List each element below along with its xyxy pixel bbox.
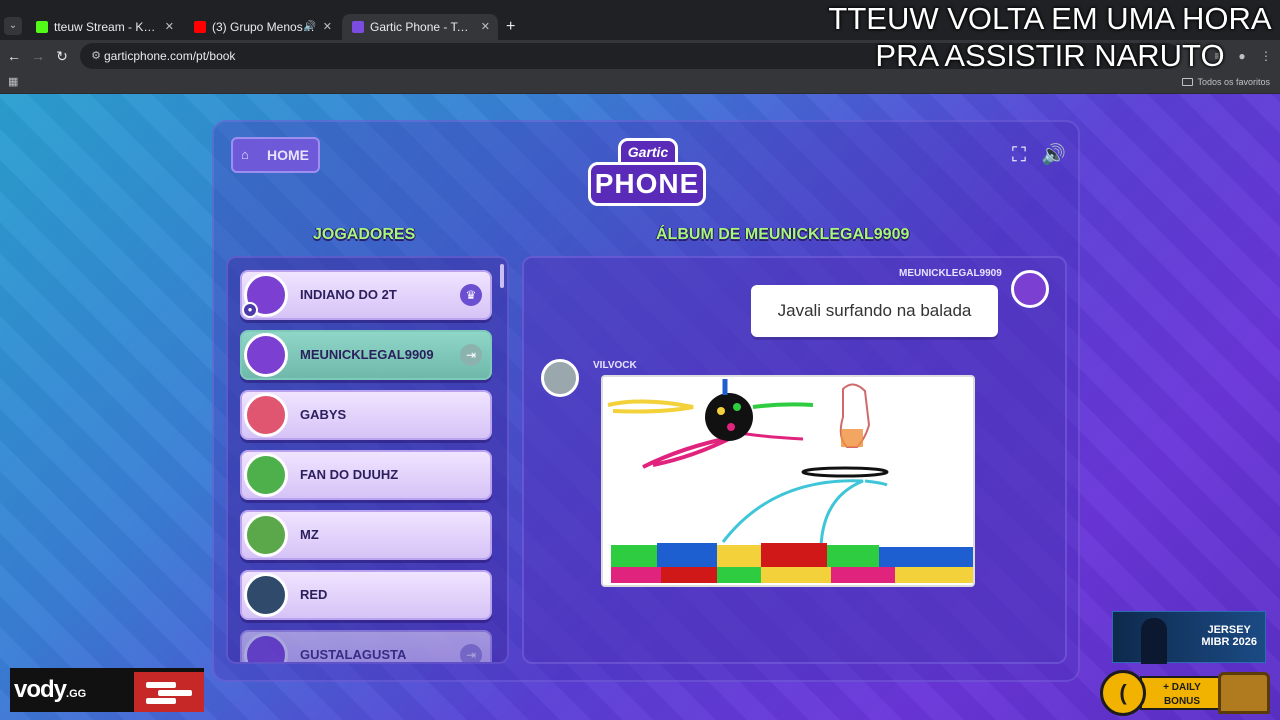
player-row[interactable]: GABYS xyxy=(240,390,492,440)
avatar xyxy=(244,453,288,497)
gartic-favicon-icon xyxy=(352,21,364,33)
site-settings-icon[interactable]: ⚙ xyxy=(88,48,104,64)
youtube-favicon-icon xyxy=(194,21,206,33)
player-name: GABYS xyxy=(300,407,347,422)
coin-icon: ( xyxy=(1100,670,1146,716)
avatar xyxy=(244,513,288,557)
jersey-line-2: MIBR 2026 xyxy=(1201,636,1257,648)
house-icon: ⌂ xyxy=(241,147,249,162)
tab-kick-dashboard[interactable]: tteuw Stream - Kick Dashboard ✕ xyxy=(26,14,182,40)
kick-favicon-icon xyxy=(36,21,48,33)
player-row[interactable]: ● INDIANO DO 2T ♛ xyxy=(240,270,492,320)
tab-youtube[interactable]: (3) Grupo Menos é Mais - O 🔊 ✕ xyxy=(184,14,340,40)
prompt-author-name: MEUNICKLEGAL9909 xyxy=(899,268,1002,279)
players-panel: ● INDIANO DO 2T ♛ MEUNICKLEGAL9909 ⇥ GAB… xyxy=(226,256,509,664)
vody-banner: vody.GG xyxy=(10,668,204,712)
player-row[interactable]: RED xyxy=(240,570,492,620)
player-name: INDIANO DO 2T xyxy=(300,287,397,302)
player-name: MEUNICKLEGAL9909 xyxy=(300,347,434,362)
vody-logo: vody.GG xyxy=(14,668,86,716)
drawing-canvas xyxy=(601,375,975,587)
vody-suffix: .GG xyxy=(66,688,87,700)
new-tab-button[interactable]: + xyxy=(506,14,515,40)
drawing-author-avatar xyxy=(541,359,579,397)
player-row[interactable]: MEUNICKLEGAL9909 ⇥ xyxy=(240,330,492,380)
album-title: ÁLBUM DE MEUNICKLEGAL9909 xyxy=(656,226,910,243)
jersey-line-1: JERSEY xyxy=(1207,624,1251,636)
players-scrollbar[interactable] xyxy=(500,264,504,288)
speaker-icon[interactable]: 🔊 xyxy=(304,14,316,40)
bonus-line-2: BONUS xyxy=(1163,696,1201,707)
player-name: RED xyxy=(300,587,328,602)
players-title: JOGADORES xyxy=(313,226,416,243)
prompt-text-bubble: Javali surfando na balada xyxy=(751,285,998,337)
player-name: MZ xyxy=(300,527,319,542)
avatar xyxy=(244,333,288,377)
player-name: FAN DO DUUHZ xyxy=(300,467,399,482)
bookmarks-bar: ▦ Todos os favoritos xyxy=(0,72,1280,94)
fullscreen-icon[interactable]: ⛶ xyxy=(1007,143,1031,167)
treasure-chest-icon xyxy=(1218,672,1270,714)
jersey-mibr-ad: JERSEY MIBR 2026 xyxy=(1112,611,1266,664)
apps-grid-icon[interactable]: ▦ xyxy=(8,75,22,89)
overlay-line-2: PRA ASSISTIR NARUTO xyxy=(875,38,1225,73)
url-text: garticphone.com/pt/book xyxy=(104,49,236,63)
stream-overlay-message: TTEUW VOLTA EM UMA HORA PRA ASSISTIR NAR… xyxy=(820,0,1280,74)
reload-icon[interactable]: ↻ xyxy=(52,46,72,66)
bookmarks-folder-label: Todos os favoritos xyxy=(1197,77,1270,87)
prompt-author-avatar xyxy=(1011,270,1049,308)
all-bookmarks-folder[interactable]: Todos os favoritos xyxy=(1182,72,1270,92)
avatar xyxy=(244,393,288,437)
close-icon[interactable]: ✕ xyxy=(165,14,174,40)
avatar xyxy=(244,573,288,617)
vody-mark-icon xyxy=(134,672,204,712)
gartic-phone-logo: Gartic PHONE xyxy=(588,138,706,210)
tab-gartic-phone[interactable]: Gartic Phone - Telefone sem fio ✕ xyxy=(342,14,498,40)
person-silhouette-icon xyxy=(1141,618,1167,664)
overlay-line-1: TTEUW VOLTA EM UMA HORA xyxy=(828,1,1272,36)
player-row[interactable]: FAN DO DUUHZ xyxy=(240,450,492,500)
folder-icon xyxy=(1182,78,1194,86)
avatar xyxy=(244,633,288,662)
player-row[interactable]: MZ xyxy=(240,510,492,560)
exit-icon[interactable]: ⇥ xyxy=(460,644,482,662)
back-arrow-icon[interactable]: ← xyxy=(4,46,24,66)
bonus-line-1: + DAILY xyxy=(1163,682,1201,693)
crown-icon: ♛ xyxy=(460,284,482,306)
tab-title: (3) Grupo Menos é Mais - O xyxy=(212,20,316,34)
drawing-author-name: VILVOCK xyxy=(593,360,637,371)
forward-arrow-icon[interactable]: → xyxy=(28,46,48,66)
logo-bottom-text: PHONE xyxy=(588,162,706,206)
owner-user-icon: ● xyxy=(242,302,258,318)
player-row[interactable]: GUSTALAGUSTA ⇥ xyxy=(240,630,492,662)
tab-search-button[interactable]: ⌄ xyxy=(4,17,22,35)
daily-bonus-widget: + DAILY BONUS ( xyxy=(1100,670,1270,716)
close-icon[interactable]: ✕ xyxy=(323,14,332,40)
vody-brand: vody xyxy=(14,676,67,703)
home-button[interactable]: ⌂ HOME xyxy=(231,137,320,173)
close-icon[interactable]: ✕ xyxy=(481,14,490,40)
tab-title: Gartic Phone - Telefone sem fio xyxy=(370,20,474,34)
volume-icon[interactable]: 🔊 xyxy=(1041,143,1066,167)
player-name: GUSTALAGUSTA xyxy=(300,647,407,662)
tab-title: tteuw Stream - Kick Dashboard xyxy=(54,20,158,34)
home-label: HOME xyxy=(267,147,309,163)
exit-icon[interactable]: ⇥ xyxy=(460,344,482,366)
drawing-image xyxy=(607,379,973,583)
